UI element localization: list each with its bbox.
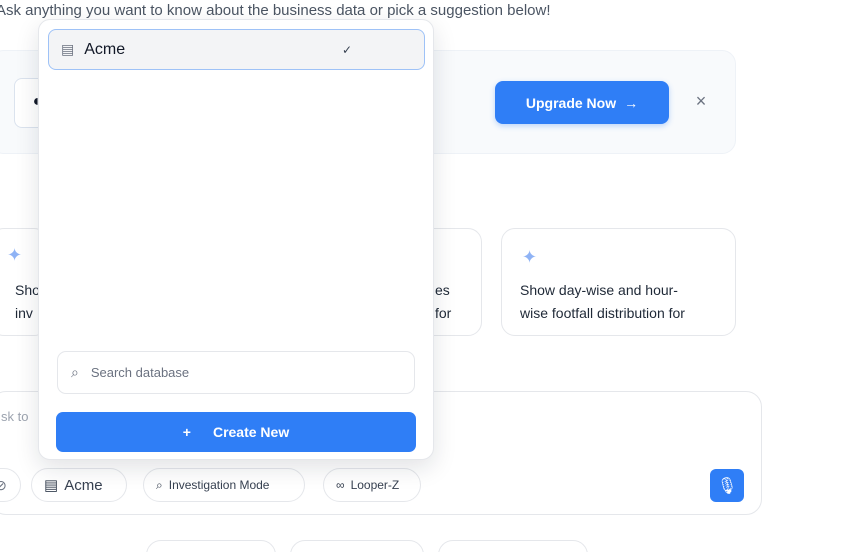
looper-label: Looper-Z [350,478,400,492]
bottom-suggestion-chip[interactable] [146,540,276,552]
database-chip-label: Acme [64,476,103,494]
database-option-label: Acme [84,40,126,58]
investigation-mode-label: Investigation Mode [168,478,270,492]
database-search-input[interactable]: ⌕ Search database [57,351,415,394]
suggestion-card[interactable]: ✦ Show day-wise and hour- wise footfall … [501,228,736,336]
looper-chip[interactable]: ∞ Looper-Z [323,468,421,502]
upgrade-now-label: Upgrade Now [525,94,617,111]
database-icon: ▤ [61,41,75,57]
microphone-icon: 🎙 [716,477,738,495]
investigation-mode-chip[interactable]: ⌕ Investigation Mode [143,468,305,502]
sparkle-icon: ✦ [522,247,538,267]
create-new-button[interactable]: + Create New [56,412,416,452]
suggestion-text: Sho inv [15,282,40,321]
infinity-icon: ∞ [336,478,345,492]
database-selector-chip[interactable]: ▤ Acme [31,468,127,502]
bottom-suggestion-chip[interactable] [290,540,424,552]
microphone-button[interactable]: 🎙 [710,469,744,502]
intro-text: Ask anything you want to know about the … [0,2,551,19]
create-new-label: Create New [212,424,290,440]
plus-icon: + [182,424,191,440]
database-icon: ▤ [44,477,59,494]
search-placeholder: Search database [90,365,190,380]
search-icon: ⌕ [156,477,163,492]
sparkle-icon: ✦ [7,245,23,265]
suggestion-text: es for [435,282,452,321]
paperclip-icon: ⊘ [0,476,7,493]
composer-input[interactable]: sk to [1,409,28,424]
arrow-right-icon: → [624,94,639,111]
checkmark-icon: ✓ [341,42,352,57]
close-banner-button[interactable]: × [690,90,712,112]
search-icon: ⌕ [71,364,79,380]
database-dropdown: ▤ Acme ✓ ⌕ Search database + Create New [38,19,434,460]
attach-button[interactable]: ⊘ [0,468,21,502]
suggestion-text: Show day-wise and hour- wise footfall di… [520,282,685,321]
database-option[interactable]: ▤ Acme ✓ [48,29,425,70]
close-icon: × [695,90,707,111]
upgrade-now-button[interactable]: Upgrade Now → [495,81,669,124]
bottom-suggestion-chip[interactable] [438,540,588,552]
